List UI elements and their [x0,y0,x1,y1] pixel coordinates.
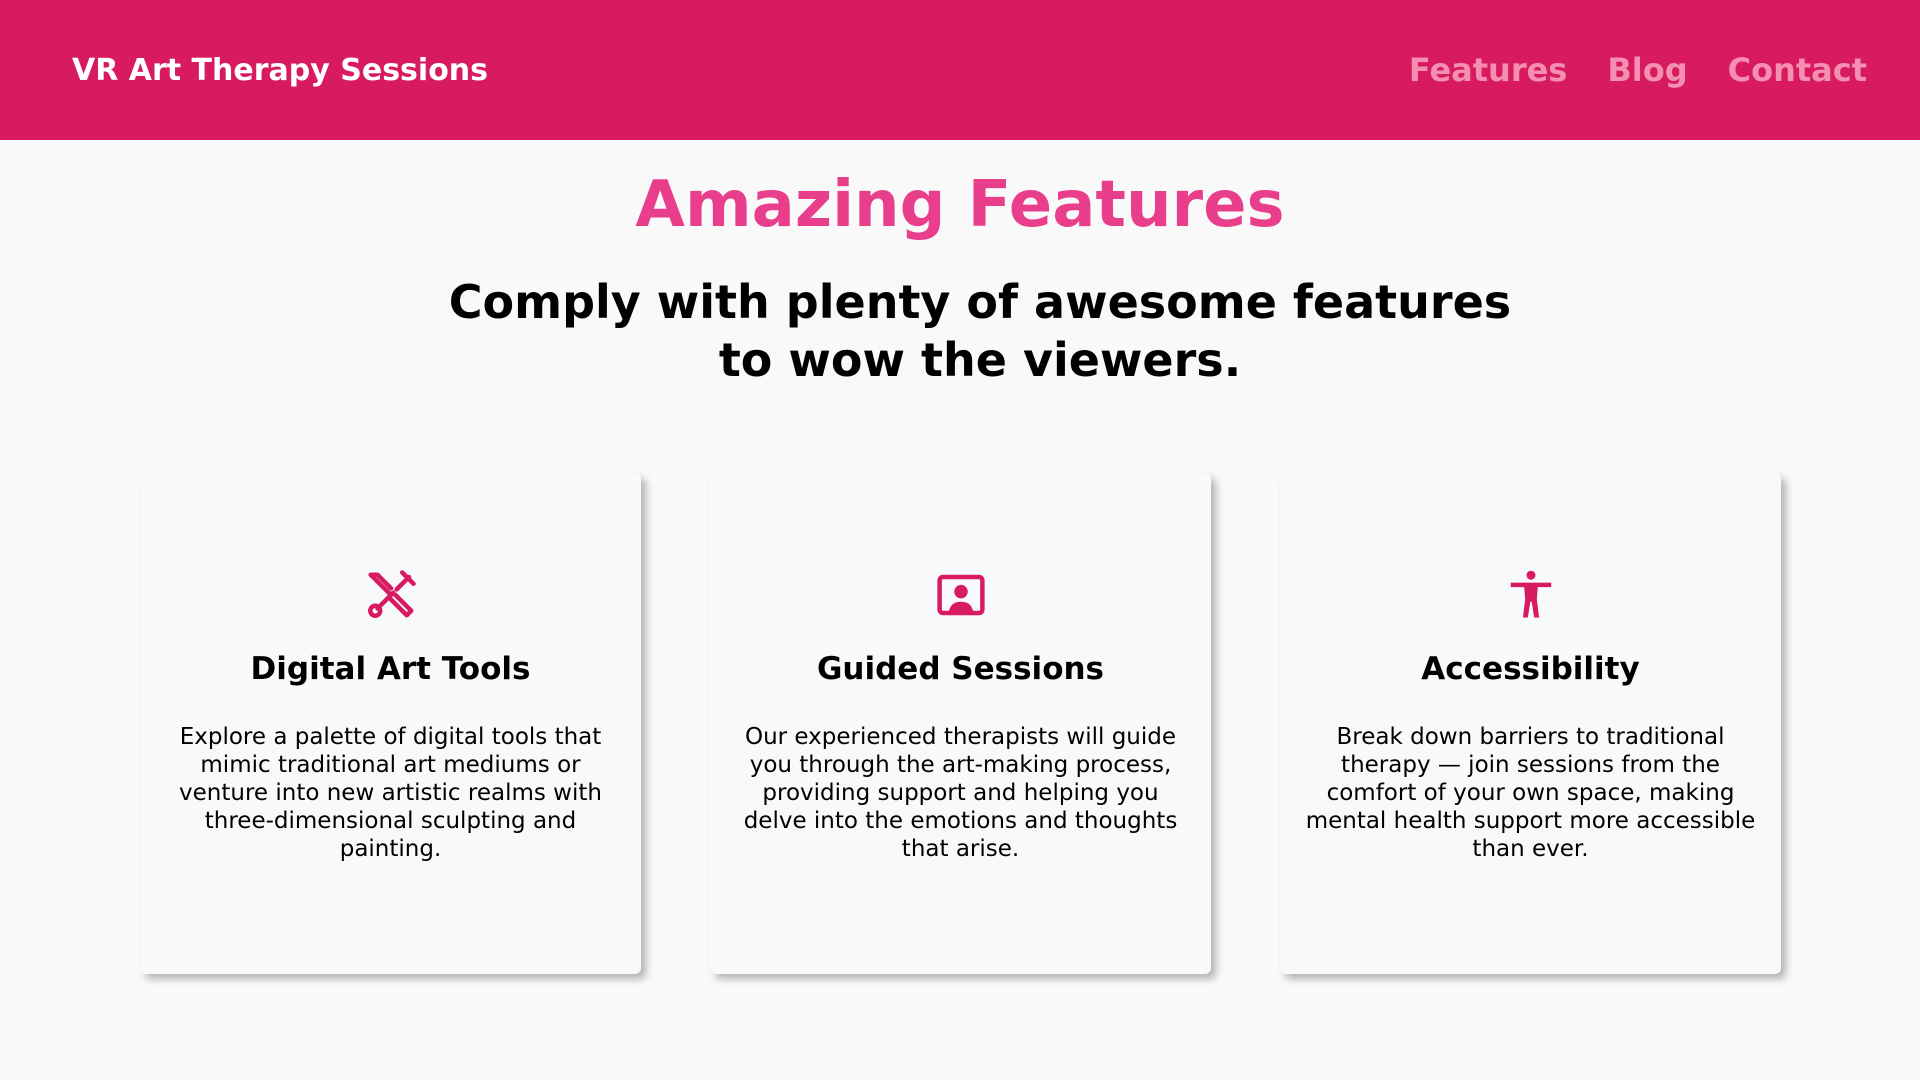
section-title: Amazing Features [635,168,1285,242]
card-title: Digital Art Tools [250,651,531,687]
accessibility-icon [1280,568,1781,622]
card-title: Accessibility [1421,651,1640,687]
nav-link-contact[interactable]: Contact [1728,51,1867,89]
main-nav: Features Blog Contact [1409,51,1867,89]
feature-card-guided-sessions: Guided Sessions Our experienced therapis… [710,473,1211,974]
person-frame-icon [710,568,1211,622]
card-description: Break down barriers to traditional thera… [1305,724,1756,862]
tools-icon [140,568,641,622]
nav-link-features[interactable]: Features [1409,51,1567,89]
brand-logo-text[interactable]: VR Art Therapy Sessions [72,53,488,88]
feature-card-accessibility: Accessibility Break down barriers to tra… [1280,473,1781,974]
feature-card-digital-art-tools: Digital Art Tools Explore a palette of d… [140,473,641,974]
nav-link-blog[interactable]: Blog [1607,51,1687,89]
card-description: Our experienced therapists will guide yo… [743,724,1178,862]
card-description: Explore a palette of digital tools that … [179,724,602,862]
card-title: Guided Sessions [816,651,1105,687]
section-subtitle: Comply with plenty of awesome features t… [448,275,1512,387]
site-header: VR Art Therapy Sessions Features Blog Co… [0,0,1920,140]
